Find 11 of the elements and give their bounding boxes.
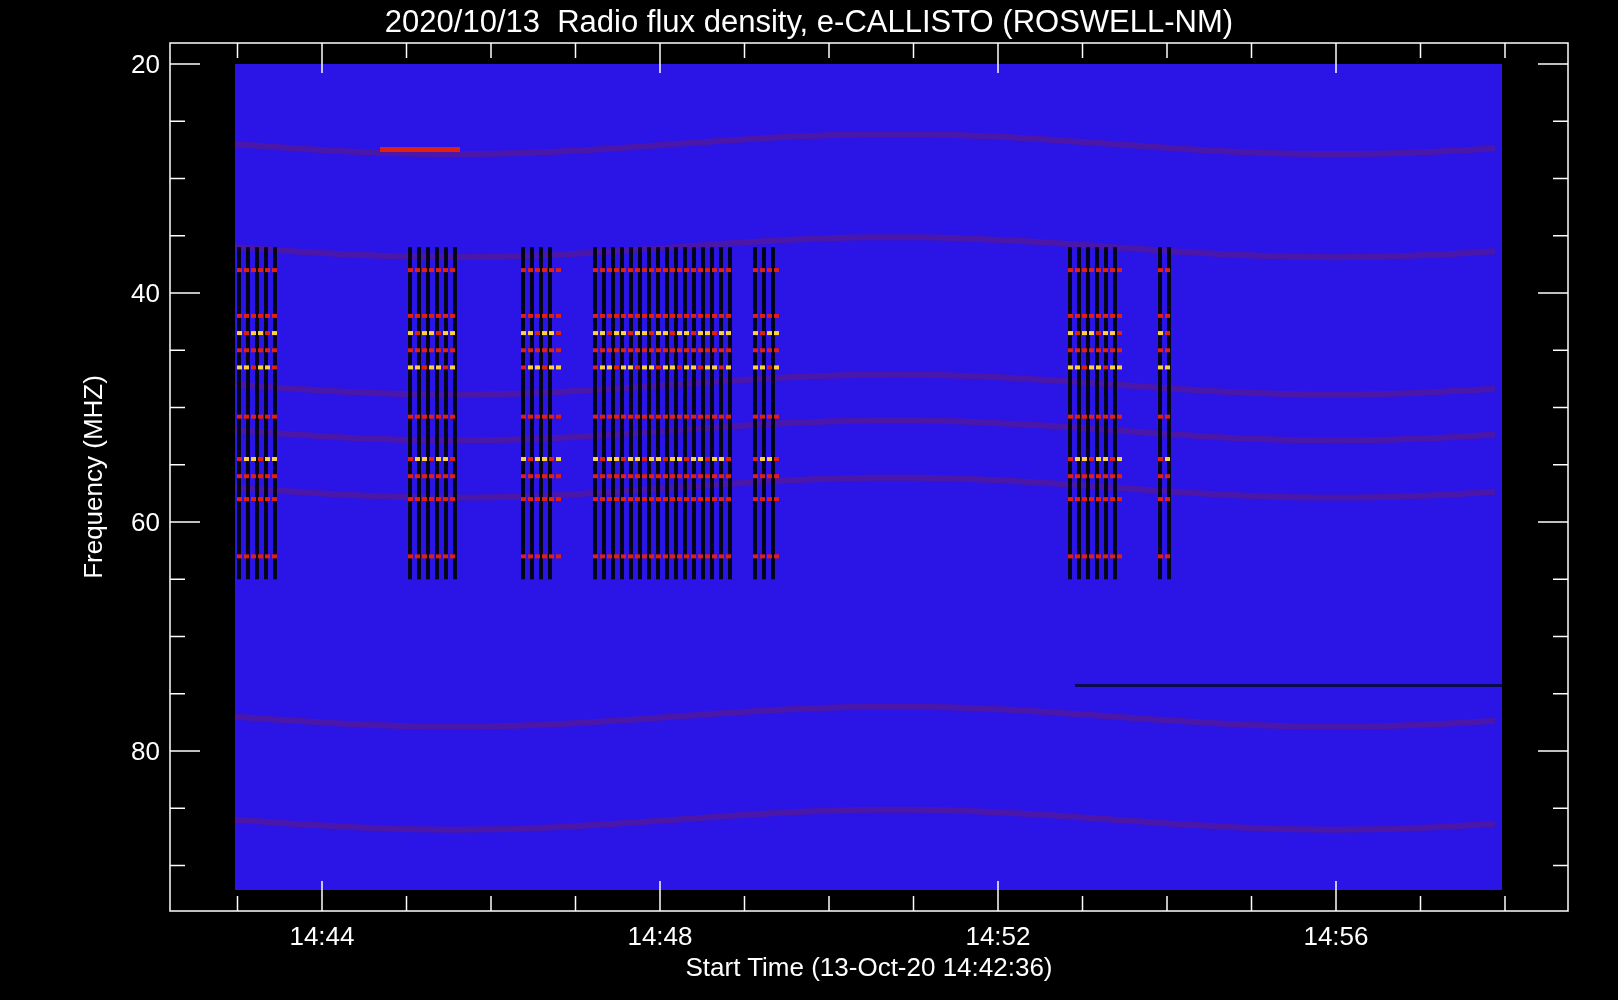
- y-tick-label: 60: [131, 507, 160, 537]
- x-tick-label: 14:44: [289, 921, 355, 951]
- y-axis-label: Frequency (MHZ): [78, 375, 108, 579]
- chart-title: 2020/10/13 Radio flux density, e-CALLISTO (ROSWELL-NM): [384, 4, 1234, 39]
- y-tick-label: 20: [131, 49, 160, 79]
- y-tick-label: 40: [131, 278, 160, 308]
- x-tick-label: 14:56: [1303, 921, 1369, 951]
- x-tick-label: 14:48: [627, 921, 693, 951]
- y-tick-label: 80: [131, 736, 160, 766]
- x-axis-label: Start Time (13-Oct-20 14:42:36): [685, 952, 1053, 982]
- x-tick-label: 14:52: [965, 921, 1031, 951]
